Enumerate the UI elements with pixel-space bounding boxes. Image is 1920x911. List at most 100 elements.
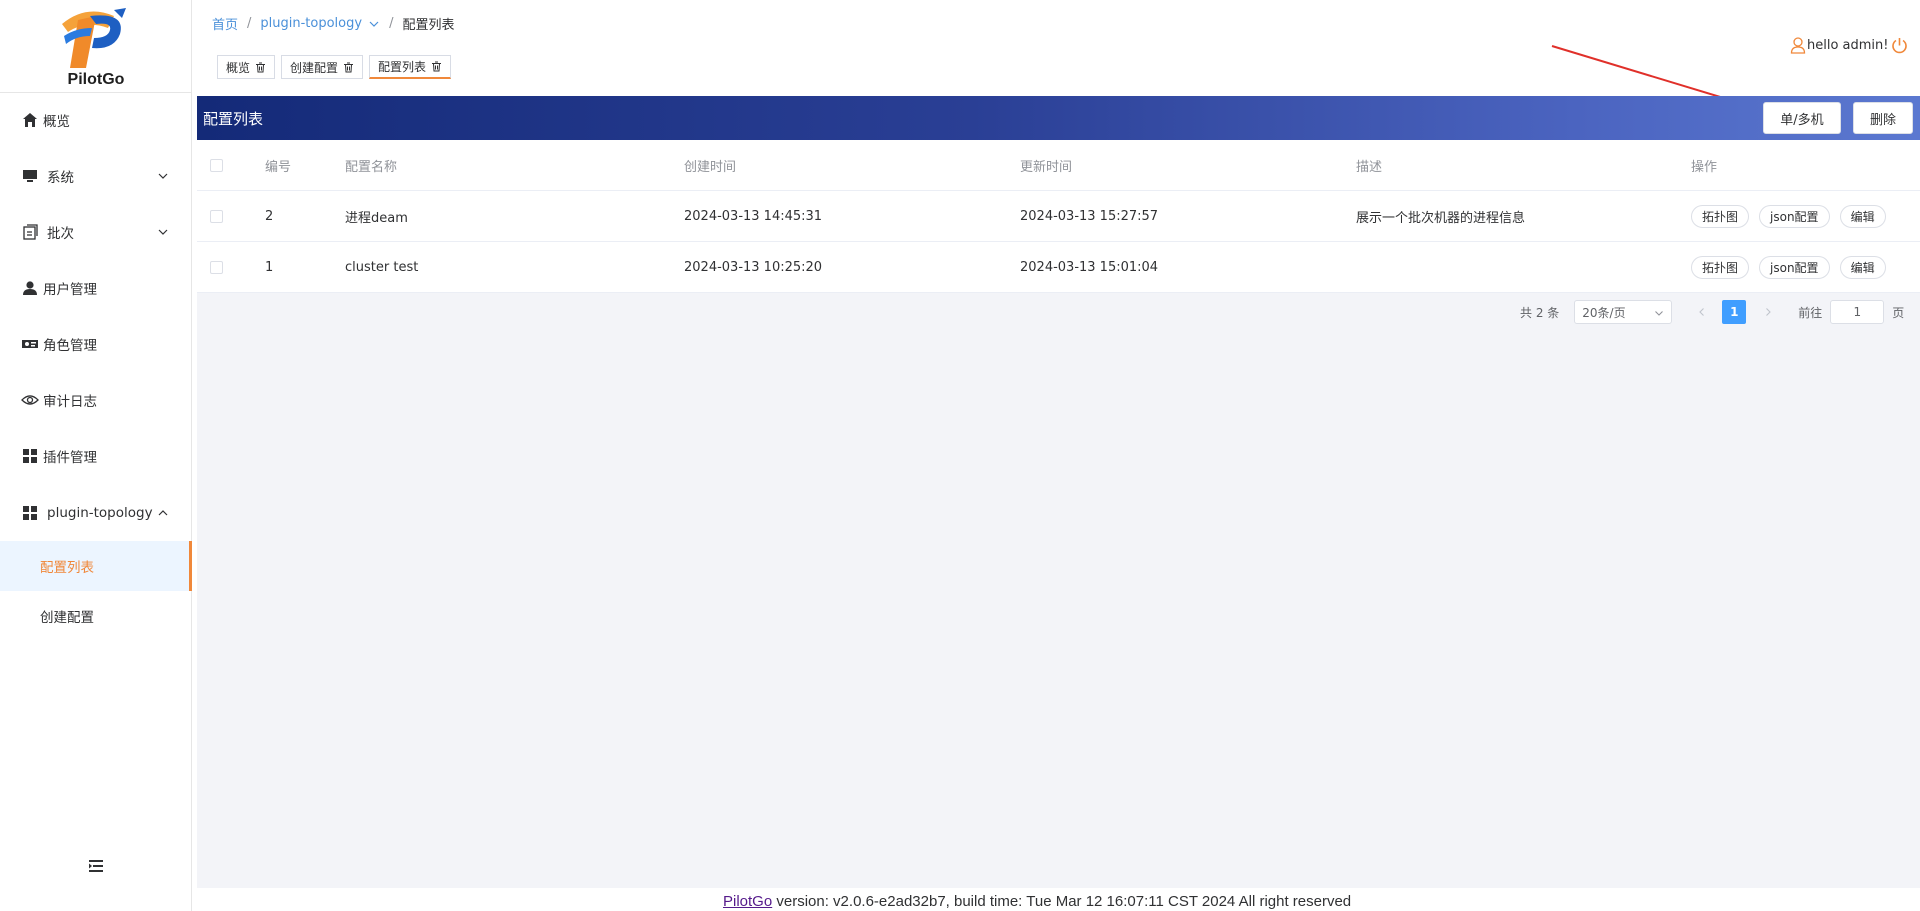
json-config-button[interactable]: json配置 — [1759, 255, 1830, 279]
grid-icon — [21, 447, 39, 465]
sidebar-item-label: 批次 — [47, 226, 74, 242]
pagination: 共 2 条 20条/页 1 前往 1 页 — [1520, 299, 1904, 325]
breadcrumb-separator: / — [247, 16, 252, 31]
sidebar-item-system[interactable]: 系统 — [0, 151, 191, 201]
breadcrumb-current: 配置列表 — [402, 18, 455, 33]
trash-icon[interactable] — [255, 62, 266, 73]
sidebar-item-label: 概览 — [43, 114, 70, 130]
edit-button[interactable]: 编辑 — [1839, 255, 1886, 279]
goto-label: 前往 — [1798, 305, 1823, 320]
page-number-current[interactable]: 1 — [1722, 300, 1747, 324]
sidebar-item-audit-log[interactable]: 审计日志 — [0, 375, 191, 425]
monitor-icon — [21, 167, 39, 185]
goto-page-input[interactable]: 1 — [1830, 300, 1885, 324]
row-checkbox[interactable] — [210, 209, 223, 223]
topology-button[interactable]: 拓扑图 — [1691, 204, 1750, 228]
breadcrumb-home[interactable]: 首页 — [212, 14, 238, 33]
breadcrumb-separator: / — [389, 16, 394, 31]
chevron-right-icon — [1766, 308, 1772, 316]
col-header-created: 创建时间 — [684, 159, 737, 175]
cell-id: 2 — [265, 208, 274, 224]
sidebar-item-label: 用户管理 — [43, 282, 97, 298]
home-icon — [21, 111, 39, 129]
panel-header: 配置列表 单/多机 删除 — [197, 96, 1920, 140]
sidebar-item-roles[interactable]: 角色管理 — [0, 319, 191, 369]
sidebar-item-plugins[interactable]: 插件管理 — [0, 431, 191, 481]
config-table: 编号 配置名称 创建时间 更新时间 描述 操作 2 进程deam 2024-03… — [197, 140, 1920, 293]
sidebar-item-label: plugin-topology — [47, 505, 153, 521]
sidebar-item-batch[interactable]: 批次 — [0, 207, 191, 257]
breadcrumb: 首页 / plugin-topology / 配置列表 — [212, 14, 454, 33]
role-icon — [21, 335, 39, 353]
col-header-desc: 描述 — [1356, 159, 1383, 175]
user-icon — [21, 279, 39, 297]
chevron-up-icon — [158, 510, 168, 516]
cell-created: 2024-03-13 10:25:20 — [684, 259, 823, 275]
chevron-left-icon — [1699, 308, 1705, 316]
footer: PilotGo version: v2.0.6-e2ad32b7, build … — [723, 893, 1351, 910]
tab-label: 创建配置 — [290, 60, 339, 75]
collapse-menu-icon[interactable] — [88, 858, 104, 874]
tag-tabs: 概览 创建配置 配置列表 — [217, 55, 457, 79]
next-page-button[interactable] — [1758, 307, 1778, 317]
cell-id: 1 — [265, 259, 274, 275]
table-row: 1 cluster test 2024-03-13 10:25:20 2024-… — [197, 242, 1920, 293]
panel-title: 配置列表 — [203, 110, 264, 128]
col-header-ops: 操作 — [1691, 159, 1718, 175]
json-config-button[interactable]: json配置 — [1759, 204, 1830, 228]
power-icon[interactable] — [1891, 37, 1908, 54]
chevron-down-icon[interactable] — [368, 18, 380, 30]
sidebar-item-label: 审计日志 — [43, 394, 97, 410]
cell-created: 2024-03-13 14:45:31 — [684, 208, 823, 224]
grid-icon — [21, 504, 39, 522]
trash-icon[interactable] — [343, 62, 354, 73]
user-info: hello admin! — [1790, 36, 1908, 54]
sidebar-item-overview[interactable]: 概览 — [0, 95, 191, 145]
cell-name: cluster test — [345, 259, 419, 275]
sidebar-item-label: 系统 — [47, 170, 74, 186]
edit-button[interactable]: 编辑 — [1839, 204, 1886, 228]
greeting-text: hello admin! — [1807, 37, 1889, 53]
sidebar-subitem-label: 配置列表 — [40, 560, 94, 576]
tab-label: 配置列表 — [378, 60, 427, 74]
sidebar-item-users[interactable]: 用户管理 — [0, 263, 191, 313]
logo-divider — [0, 92, 192, 93]
col-header-id: 编号 — [265, 159, 292, 175]
sidebar-item-label: 角色管理 — [43, 338, 97, 354]
page-suffix: 页 — [1892, 305, 1905, 320]
user-outline-icon — [1790, 37, 1806, 54]
cell-updated: 2024-03-13 15:01:04 — [1020, 259, 1159, 275]
chevron-down-icon — [158, 229, 168, 235]
single-multi-button[interactable]: 单/多机 — [1763, 102, 1841, 134]
tab-label: 概览 — [226, 60, 251, 75]
tab-create-config[interactable]: 创建配置 — [281, 55, 364, 79]
sidebar-item-plugin-topology[interactable]: plugin-topology — [0, 488, 191, 538]
tab-overview[interactable]: 概览 — [217, 55, 276, 79]
page-size-value: 20条/页 — [1582, 305, 1626, 320]
tab-config-list[interactable]: 配置列表 — [369, 55, 452, 79]
row-checkbox[interactable] — [210, 260, 223, 274]
footer-text: version: v2.0.6-e2ad32b7, build time: Tu… — [772, 893, 1352, 910]
footer-link[interactable]: PilotGo — [723, 893, 772, 910]
cell-desc: 展示一个批次机器的进程信息 — [1356, 210, 1526, 226]
prev-page-button[interactable] — [1692, 307, 1712, 317]
col-header-name: 配置名称 — [345, 159, 398, 175]
select-all-checkbox[interactable] — [210, 158, 223, 172]
chevron-down-icon — [158, 173, 168, 179]
cell-name: 进程deam — [345, 210, 408, 226]
cell-updated: 2024-03-13 15:27:57 — [1020, 208, 1159, 224]
trash-icon[interactable] — [431, 61, 442, 72]
delete-button[interactable]: 删除 — [1853, 102, 1913, 134]
topology-button[interactable]: 拓扑图 — [1691, 255, 1750, 279]
sidebar-subitem-config-list[interactable]: 配置列表 — [0, 541, 192, 591]
sidebar-subitem-create-config[interactable]: 创建配置 — [0, 591, 191, 641]
eye-icon — [21, 391, 39, 409]
page-size-select[interactable]: 20条/页 — [1574, 300, 1673, 324]
sidebar-item-label: 插件管理 — [43, 450, 97, 466]
sidebar-subitem-label: 创建配置 — [40, 610, 94, 626]
batch-icon — [21, 223, 39, 241]
breadcrumb-plugin-topology[interactable]: plugin-topology — [260, 16, 362, 31]
table-row: 2 进程deam 2024-03-13 14:45:31 2024-03-13 … — [197, 191, 1920, 242]
col-header-updated: 更新时间 — [1020, 159, 1073, 175]
pagination-total: 共 2 条 — [1520, 305, 1560, 320]
